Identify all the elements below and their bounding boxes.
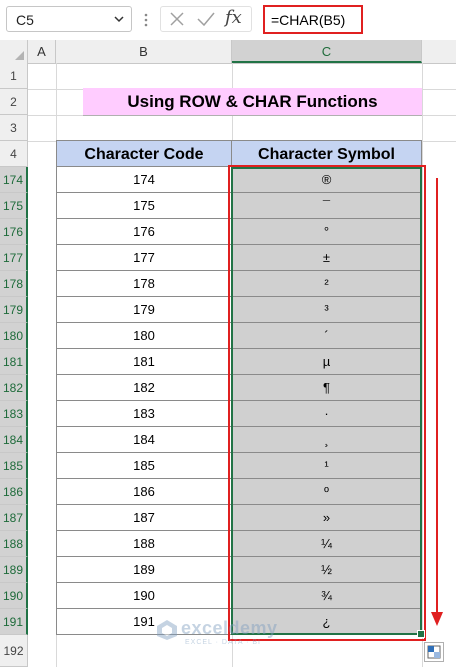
cell-code[interactable]: 183 — [56, 401, 232, 427]
row-header-4[interactable]: 4 — [0, 141, 28, 167]
formula-input[interactable]: =CHAR(B5) — [263, 5, 363, 34]
formula-bar: C5 fx =CHAR(B5) — [0, 0, 456, 41]
header-character-code[interactable]: Character Code — [56, 140, 232, 167]
logo-icon — [157, 620, 177, 640]
row-header-192[interactable]: 192 — [0, 635, 28, 667]
cell-code[interactable]: 180 — [56, 323, 232, 349]
cell-symbol[interactable]: º — [232, 479, 422, 505]
cell-code[interactable]: 175 — [56, 193, 232, 219]
row-header-1[interactable]: 1 — [0, 63, 28, 89]
header-character-symbol[interactable]: Character Symbol — [231, 140, 422, 167]
x-icon[interactable] — [167, 9, 187, 34]
cell-symbol[interactable]: ¯ — [232, 193, 422, 219]
watermark-logo: exceldemy EXCEL · DATA · BI — [155, 618, 277, 647]
cell-code[interactable]: 189 — [56, 557, 232, 583]
row-header[interactable]: 189 — [0, 557, 28, 583]
cell-code[interactable]: 185 — [56, 453, 232, 479]
cell-symbol[interactable]: ¹ — [232, 453, 422, 479]
row-header[interactable]: 186 — [0, 479, 28, 505]
row-header[interactable]: 190 — [0, 583, 28, 609]
cell-code[interactable]: 181 — [56, 349, 232, 375]
cell-code[interactable]: 186 — [56, 479, 232, 505]
column-header-c[interactable]: C — [232, 40, 422, 63]
cell-symbol[interactable]: · — [232, 401, 422, 427]
cell-code[interactable]: 184 — [56, 427, 232, 453]
select-all-button[interactable] — [0, 40, 28, 63]
cell-code[interactable]: 187 — [56, 505, 232, 531]
cell-symbol[interactable]: ¼ — [232, 531, 422, 557]
drag-handle-icon[interactable] — [144, 10, 148, 30]
cell-symbol[interactable]: ¸ — [232, 427, 422, 453]
cell-symbol[interactable]: ± — [232, 245, 422, 271]
cell-code[interactable]: 179 — [56, 297, 232, 323]
row-header-2[interactable]: 2 — [0, 89, 28, 115]
cell-code[interactable]: 190 — [56, 583, 232, 609]
formula-text: =CHAR(B5) — [271, 12, 346, 28]
arrow-down-icon — [430, 178, 444, 628]
cell-symbol[interactable]: ° — [232, 219, 422, 245]
fx-icon[interactable]: fx — [225, 7, 242, 28]
row-header[interactable]: 185 — [0, 453, 28, 479]
sheet-title[interactable]: Using ROW & CHAR Functions — [83, 88, 422, 116]
column-header-a[interactable]: A — [28, 40, 56, 63]
cell-code[interactable]: 176 — [56, 219, 232, 245]
name-box-value: C5 — [16, 12, 34, 28]
row-header[interactable]: 184 — [0, 427, 28, 453]
row-header[interactable]: 177 — [0, 245, 28, 271]
cell-symbol[interactable]: ® — [232, 167, 422, 193]
row-header[interactable]: 181 — [0, 349, 28, 375]
cell-code[interactable]: 188 — [56, 531, 232, 557]
cell-code[interactable]: 174 — [56, 167, 232, 193]
row-header[interactable]: 191 — [0, 609, 28, 635]
row-header[interactable]: 180 — [0, 323, 28, 349]
cell-code[interactable]: 177 — [56, 245, 232, 271]
formula-actions: fx — [160, 6, 252, 32]
cell-code[interactable]: 182 — [56, 375, 232, 401]
select-all-icon — [15, 51, 24, 60]
chevron-down-icon[interactable] — [113, 12, 125, 31]
watermark-name: exceldemy — [181, 618, 278, 638]
cell-symbol[interactable]: ´ — [232, 323, 422, 349]
cell-symbol[interactable]: ² — [232, 271, 422, 297]
cell-symbol[interactable]: ³ — [232, 297, 422, 323]
watermark-tagline: EXCEL · DATA · BI — [185, 639, 261, 646]
cell-symbol[interactable]: µ — [232, 349, 422, 375]
row-header-3[interactable]: 3 — [0, 115, 28, 141]
row-header[interactable]: 182 — [0, 375, 28, 401]
cell-symbol[interactable]: ½ — [232, 557, 422, 583]
row-header[interactable]: 179 — [0, 297, 28, 323]
cell-symbol[interactable]: » — [232, 505, 422, 531]
cell-symbol[interactable]: ¾ — [232, 583, 422, 609]
row-header[interactable]: 183 — [0, 401, 28, 427]
quick-analysis-icon[interactable] — [424, 642, 444, 662]
row-header[interactable]: 187 — [0, 505, 28, 531]
cell-code[interactable]: 178 — [56, 271, 232, 297]
column-headers: A B C — [0, 40, 456, 64]
column-header-b[interactable]: B — [56, 40, 232, 63]
cell-symbol[interactable]: ¶ — [232, 375, 422, 401]
gridline — [422, 63, 423, 667]
row-header[interactable]: 188 — [0, 531, 28, 557]
row-header[interactable]: 174 — [0, 167, 28, 193]
check-icon[interactable] — [195, 9, 217, 34]
name-box[interactable]: C5 — [6, 6, 132, 32]
column-header-d[interactable] — [422, 40, 456, 63]
fill-handle[interactable] — [417, 630, 425, 638]
row-header[interactable]: 175 — [0, 193, 28, 219]
row-header[interactable]: 176 — [0, 219, 28, 245]
row-header[interactable]: 178 — [0, 271, 28, 297]
